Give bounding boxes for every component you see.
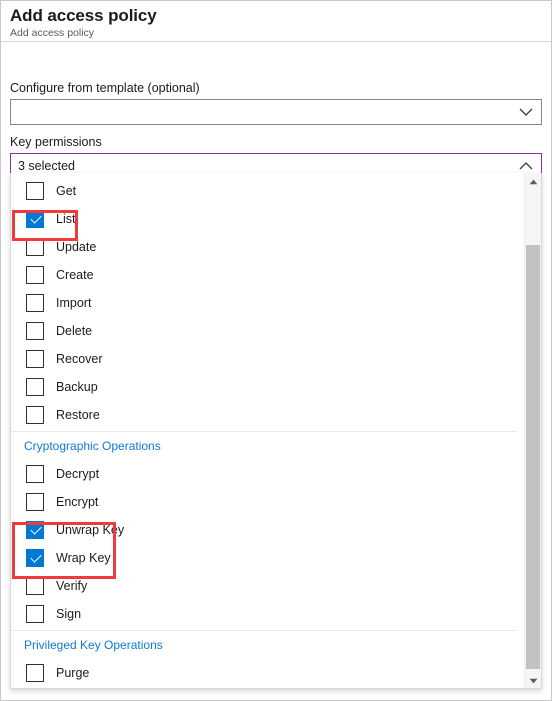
option-label: Update [56,240,97,254]
option-label: Import [56,296,92,310]
option-label: Unwrap Key [56,523,125,537]
option-label: List [56,212,76,226]
option-row[interactable]: Wrap Key [11,544,517,572]
option-row[interactable]: List [11,205,517,233]
checkbox-checked-icon[interactable] [26,521,44,539]
option-row[interactable]: Update [11,233,517,261]
checkbox-unchecked-icon[interactable] [26,605,44,623]
chevron-down-icon [511,108,541,117]
checkbox-unchecked-icon[interactable] [26,577,44,595]
page-subtitle: Add access policy [10,27,95,39]
option-label: Delete [56,324,93,338]
checkbox-checked-icon[interactable] [26,210,44,228]
option-group-header: Cryptographic Operations [24,439,161,453]
checkbox-unchecked-icon[interactable] [26,238,44,256]
checkbox-unchecked-icon[interactable] [26,322,44,340]
checkbox-unchecked-icon[interactable] [26,350,44,368]
checkbox-unchecked-icon[interactable] [26,465,44,483]
option-label: Wrap Key [56,551,111,565]
template-dropdown[interactable] [10,99,542,125]
scrollbar-thumb[interactable] [526,245,540,669]
option-row[interactable]: Unwrap Key [11,516,517,544]
option-row[interactable]: Verify [11,572,517,600]
checkbox-unchecked-icon[interactable] [26,493,44,511]
option-row[interactable]: Delete [11,317,517,345]
option-group-header: Privileged Key Operations [24,638,163,652]
option-label: Purge [56,666,90,680]
key-permissions-value: 3 selected [18,159,75,173]
checkbox-unchecked-icon[interactable] [26,406,44,424]
checkbox-unchecked-icon[interactable] [26,664,44,682]
checkbox-checked-icon[interactable] [26,549,44,567]
option-row[interactable]: Purge [11,659,517,687]
panel-header: Add access policy Add access policy [1,1,551,42]
option-row[interactable]: Backup [11,373,517,401]
option-list-scrollbar[interactable] [524,173,541,688]
scroll-down-arrow-icon[interactable] [525,672,541,688]
option-label: Get [56,184,77,198]
option-row[interactable]: Restore [11,401,517,429]
option-row[interactable]: Decrypt [11,460,517,488]
option-row[interactable]: Create [11,261,517,289]
checkbox-unchecked-icon[interactable] [26,378,44,396]
option-row[interactable]: Sign [11,600,517,628]
option-row[interactable]: Encrypt [11,488,517,516]
scroll-up-arrow-icon[interactable] [525,173,541,190]
option-label: Create [56,268,94,282]
option-label: Recover [56,352,103,366]
option-label: Encrypt [56,495,99,509]
option-list-viewport: Key Management OperationsGetListUpdateCr… [11,173,517,688]
key-permissions-label: Key permissions [10,135,102,149]
checkbox-unchecked-icon[interactable] [26,266,44,284]
page-title: Add access policy [10,6,157,25]
option-row[interactable]: Recover [11,345,517,373]
add-access-policy-panel: Add access policy Add access policy Conf… [0,0,552,701]
chevron-up-icon [511,161,541,171]
option-row[interactable]: Get [11,177,517,205]
option-list-content: Key Management OperationsGetListUpdateCr… [11,173,517,687]
option-label: Backup [56,380,98,394]
checkbox-unchecked-icon[interactable] [26,182,44,200]
option-label: Decrypt [56,467,100,481]
option-row[interactable]: Import [11,289,517,317]
template-field-label: Configure from template (optional) [10,81,200,95]
option-label: Restore [56,408,100,422]
option-label: Sign [56,607,82,621]
key-permissions-option-list[interactable]: Key Management OperationsGetListUpdateCr… [10,173,542,689]
option-label: Verify [56,579,88,593]
checkbox-unchecked-icon[interactable] [26,294,44,312]
